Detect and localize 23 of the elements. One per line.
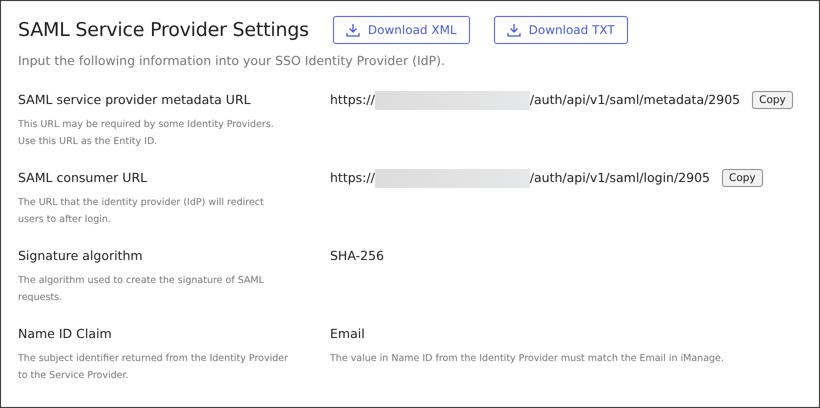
- download-button[interactable]: Download TXT: [494, 16, 628, 44]
- field-description: The URL that the identity provider (IdP) will redirect users to after login.: [18, 196, 265, 227]
- download-button[interactable]: Download XML: [332, 16, 470, 44]
- field-description: This URL may be required by some Identity Providers. Use this URL as the Entity ID.: [18, 118, 275, 149]
- url-path: /auth/api/v1/saml/metadata/2905: [530, 92, 740, 108]
- field-description: The algorithm used to create the signature of SAML requests.: [18, 274, 265, 305]
- url-prefix: https://: [330, 170, 375, 186]
- field-description: The subject identifier returned from the Identity Provider to the Service Provider.: [18, 352, 290, 383]
- copy-button[interactable]: Copy: [752, 91, 793, 109]
- url-path: /auth/api/v1/saml/login/2905: [530, 170, 710, 186]
- page-title: SAML Service Provider Settings: [18, 19, 309, 41]
- value-note: The value in Name ID from the Identity Provider must match the Email in iManage.: [330, 352, 725, 366]
- field-label: Name ID Claim: [18, 326, 113, 342]
- copy-button[interactable]: Copy: [722, 169, 763, 187]
- download-icon: [346, 23, 360, 37]
- field-label: Signature algorithm: [18, 248, 144, 264]
- field-value: Email: [330, 326, 366, 342]
- download-icon: [506, 23, 521, 37]
- field-label: SAML consumer URL: [18, 170, 148, 186]
- url-prefix: https://: [330, 92, 375, 108]
- page-subtitle: Input the following information into your SSO Identity Provider (IdP).: [18, 53, 446, 68]
- field-label: SAML service provider metadata URL: [18, 92, 252, 108]
- field-value: SHA-256: [330, 248, 385, 264]
